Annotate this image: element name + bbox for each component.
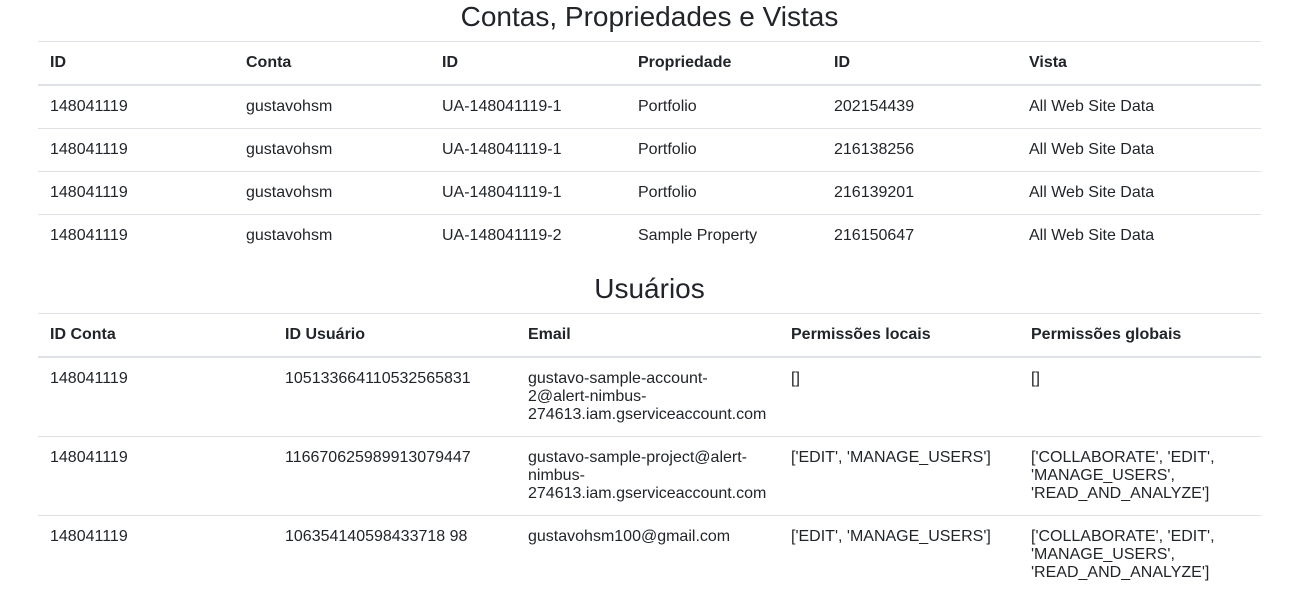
header-account-id: ID Conta	[38, 313, 273, 358]
header-row: ID Conta ID Usuário Email Permissões loc…	[38, 313, 1261, 358]
table-row: 148041119 gustavohsm UA-148041119-1 Port…	[38, 128, 1261, 172]
cell-property-id: UA-148041119-1	[430, 128, 626, 172]
cell-account-id: 148041119	[38, 214, 234, 257]
table-row: 148041119 gustavohsm UA-148041119-2 Samp…	[38, 214, 1261, 257]
table-row: 148041119 106354140598433718 98 gustavoh…	[38, 515, 1261, 594]
users-section-title: Usuários	[594, 273, 705, 304]
cell-local-permissions: []	[791, 370, 800, 387]
header-user-id: ID Usuário	[273, 313, 516, 358]
header-account: Conta	[234, 41, 430, 86]
cell-user-id: 116670625989913079447	[273, 436, 516, 516]
cell-user-id: 106354140598433718 98	[273, 515, 516, 594]
cell-account: gustavohsm	[246, 98, 333, 115]
header-row: ID Conta ID Propriedade ID Vista	[38, 41, 1261, 86]
header-local-permissions: Permissões locais	[779, 313, 1019, 358]
table-row: 148041119 gustavohsm UA-148041119-1 Port…	[38, 171, 1261, 215]
cell-view: All Web Site Data	[1017, 128, 1261, 172]
accounts-table: ID Conta ID Propriedade ID Vista 1480411…	[38, 41, 1261, 257]
cell-account-id: 148041119	[38, 436, 273, 516]
accounts-table-body: 148041119 gustavohsm UA-148041119-1 Port…	[38, 85, 1261, 257]
cell-email: gustavohsm100@gmail.com	[516, 515, 779, 594]
users-table-body: 148041119 105133664110532565831 gustavo-…	[38, 357, 1261, 594]
cell-email: gustavo-sample-account-2@alert-nimbus-27…	[528, 370, 767, 423]
cell-property: Portfolio	[638, 98, 697, 115]
cell-global-permissions: []	[1031, 370, 1040, 387]
cell-view-id: 202154439	[834, 98, 915, 115]
header-account-id: ID	[38, 41, 234, 86]
cell-view: All Web Site Data	[1017, 214, 1261, 257]
cell-view-id: 216138256	[822, 128, 1017, 172]
cell-global-permissions: ['COLLABORATE', 'EDIT', 'MANAGE_USERS', …	[1019, 515, 1261, 594]
users-table-header: ID Conta ID Usuário Email Permissões loc…	[38, 313, 1261, 358]
cell-email: gustavo-sample-project@alert-nimbus-2746…	[516, 436, 779, 516]
cell-property-id: UA-148041119-2	[430, 214, 626, 257]
cell-view-id: 216139201	[822, 171, 1017, 215]
cell-user-id: 105133664110532565831	[285, 370, 471, 387]
table-row: 148041119 116670625989913079447 gustavo-…	[38, 436, 1261, 516]
table-row: 148041119 105133664110532565831 gustavo-…	[38, 357, 1261, 437]
accounts-section-title: Contas, Propriedades e Vistas	[460, 1, 839, 32]
cell-account-id: 148041119	[38, 128, 234, 172]
header-view-id: ID	[822, 41, 1017, 86]
cell-account-id: 148041119	[38, 515, 273, 594]
header-email: Email	[516, 313, 779, 358]
cell-property-id: UA-148041119-1	[430, 171, 626, 215]
cell-property-id: UA-148041119-1	[442, 98, 562, 115]
cell-property: Sample Property	[626, 214, 822, 257]
cell-property: Portfolio	[626, 128, 822, 172]
cell-account-id: 148041119	[38, 171, 234, 215]
cell-global-permissions: ['COLLABORATE', 'EDIT', 'MANAGE_USERS', …	[1019, 436, 1261, 516]
cell-local-permissions: ['EDIT', 'MANAGE_USERS']	[779, 436, 1019, 516]
header-property-id: ID	[430, 41, 626, 86]
cell-property: Portfolio	[626, 171, 822, 215]
cell-view-id: 216150647	[822, 214, 1017, 257]
page-container: Contas, Propriedades e Vistas ID Conta I…	[38, 0, 1261, 594]
users-table: ID Conta ID Usuário Email Permissões loc…	[38, 313, 1261, 594]
cell-account: gustavohsm	[234, 128, 430, 172]
header-property: Propriedade	[626, 41, 822, 86]
cell-account-id: 148041119	[50, 370, 128, 387]
cell-local-permissions: ['EDIT', 'MANAGE_USERS']	[779, 515, 1019, 594]
cell-view: All Web Site Data	[1029, 98, 1155, 115]
header-view: Vista	[1017, 41, 1261, 86]
cell-view: All Web Site Data	[1017, 171, 1261, 215]
header-global-permissions: Permissões globais	[1019, 313, 1261, 358]
cell-account: gustavohsm	[234, 171, 430, 215]
table-row: 148041119 gustavohsm UA-148041119-1 Port…	[38, 85, 1261, 129]
cell-account-id: 148041119	[50, 98, 128, 115]
cell-account: gustavohsm	[234, 214, 430, 257]
accounts-table-header: ID Conta ID Propriedade ID Vista	[38, 41, 1261, 86]
